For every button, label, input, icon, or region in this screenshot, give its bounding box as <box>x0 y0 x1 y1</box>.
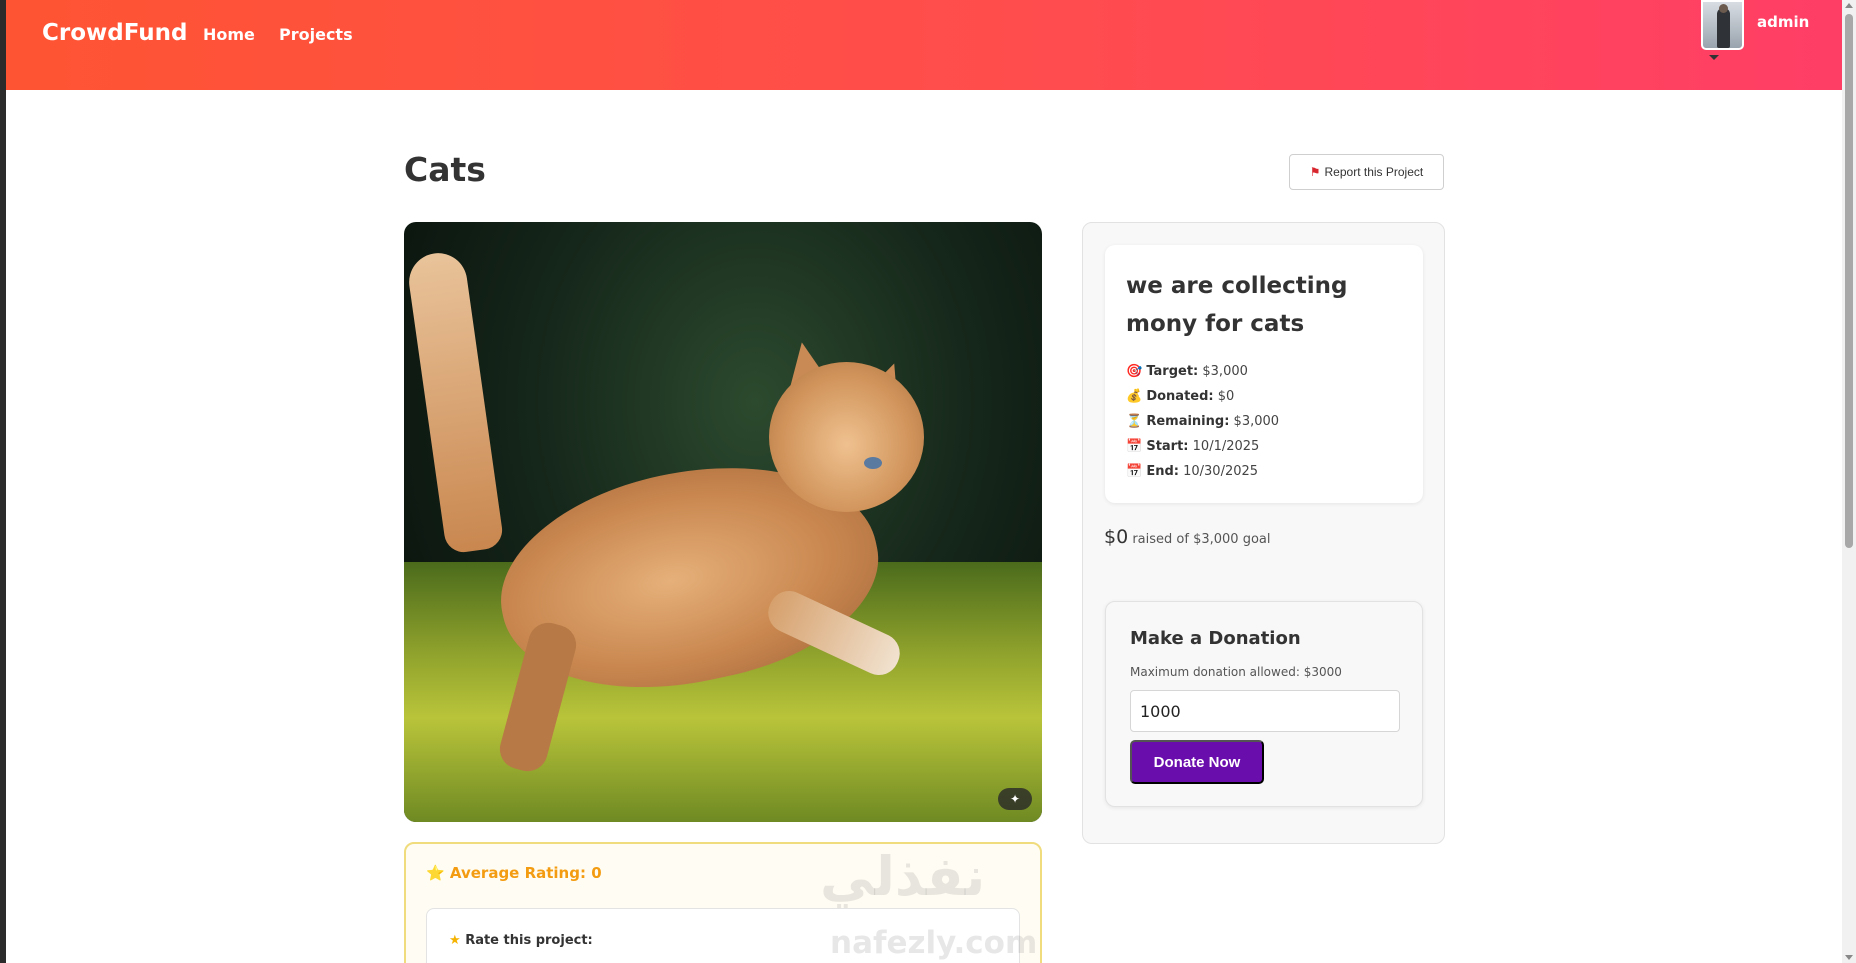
page-scrollbar[interactable] <box>1842 0 1856 963</box>
end-date-line: 📅 End: 10/30/2025 <box>1126 464 1259 479</box>
calendar-icon: 📅 <box>1126 439 1143 454</box>
page-title: Cats <box>404 150 486 189</box>
avatar-person-head <box>1719 4 1728 13</box>
nav-home-link[interactable]: Home <box>203 25 255 44</box>
user-name[interactable]: admin <box>1757 13 1809 31</box>
scrollbar-thumb[interactable] <box>1845 14 1853 548</box>
donation-max-note: Maximum donation allowed: $3000 <box>1130 665 1342 679</box>
watermark-latin: nafezly.com <box>830 925 1038 961</box>
flag-icon: ⚑ <box>1309 165 1321 179</box>
project-info-card: we are collecting mony for cats 🎯 Target… <box>1105 245 1423 503</box>
project-stats: 🎯 Target: $3,000 💰 Donated: $0 ⏳ Remaini… <box>1126 359 1279 484</box>
window-left-edge <box>0 0 6 963</box>
project-headline: we are collecting mony for cats <box>1126 273 1348 337</box>
donated-line: 💰 Donated: $0 <box>1126 389 1235 404</box>
report-project-label: Report this Project <box>1324 165 1424 179</box>
raised-summary: $0 raised of $3,000 goal <box>1104 526 1270 548</box>
calendar-icon: 📅 <box>1126 464 1143 479</box>
image-cat-tail <box>405 249 505 555</box>
watermark-arabic: نفذلي <box>820 845 986 908</box>
user-avatar[interactable] <box>1701 0 1744 50</box>
navbar: CrowdFund Home Projects admin <box>6 0 1842 90</box>
target-icon: 🎯 <box>1126 364 1143 379</box>
avatar-person-figure <box>1717 8 1730 48</box>
magic-wand-icon[interactable]: ✦ <box>998 788 1032 810</box>
star-icon: ★ <box>449 933 461 948</box>
rate-project-label: ★ Rate this project: <box>449 933 593 948</box>
donate-now-button[interactable]: Donate Now <box>1130 740 1264 784</box>
scroll-up-arrow-icon[interactable] <box>1845 3 1853 8</box>
image-cat-eye <box>864 457 882 469</box>
average-rating: ⭐ Average Rating: 0 <box>426 864 602 882</box>
donation-form: Make a Donation Maximum donation allowed… <box>1105 601 1423 807</box>
start-date-line: 📅 Start: 10/1/2025 <box>1126 439 1260 454</box>
remaining-line: ⏳ Remaining: $3,000 <box>1126 414 1280 429</box>
user-menu-caret-icon[interactable] <box>1709 55 1719 60</box>
project-image: ✦ <box>404 222 1042 822</box>
target-line: 🎯 Target: $3,000 <box>1126 364 1248 379</box>
money-bag-icon: 💰 <box>1126 389 1143 404</box>
scroll-down-arrow-icon[interactable] <box>1845 955 1853 960</box>
image-cat-head <box>769 362 924 512</box>
nav-projects-link[interactable]: Projects <box>279 25 353 44</box>
raised-goal-text: raised of $3,000 goal <box>1132 532 1271 547</box>
raised-amount: $0 <box>1104 526 1129 548</box>
donation-amount-input[interactable] <box>1130 690 1400 732</box>
report-project-button[interactable]: ⚑ Report this Project <box>1289 154 1444 190</box>
project-side-panel: we are collecting mony for cats 🎯 Target… <box>1082 222 1445 844</box>
hourglass-icon: ⏳ <box>1126 414 1143 429</box>
donation-title: Make a Donation <box>1130 628 1301 649</box>
brand-logo[interactable]: CrowdFund <box>42 20 188 46</box>
